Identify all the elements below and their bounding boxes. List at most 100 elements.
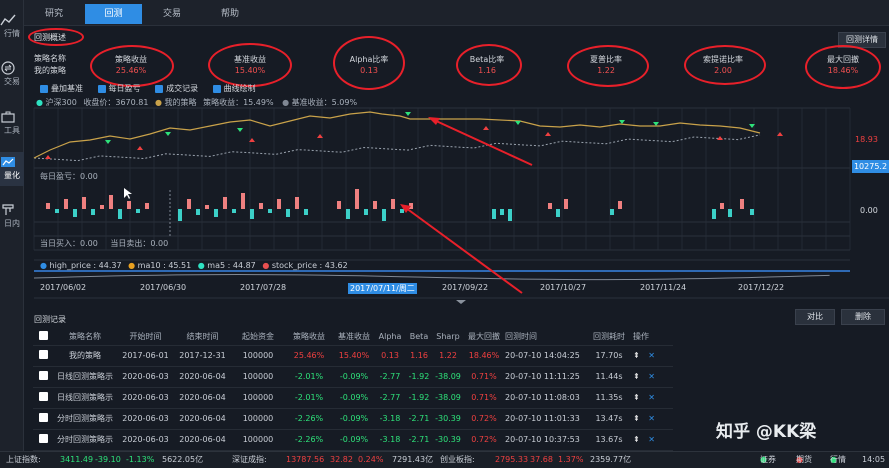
watermark: 知乎 @KK梁 bbox=[716, 422, 817, 442]
pnl-bar bbox=[548, 203, 552, 209]
row-select-cell bbox=[33, 387, 53, 409]
date-tick: 2017/07/28 bbox=[240, 283, 287, 292]
pnl-bar bbox=[337, 201, 341, 209]
cell-time: 20-07-10 14:04:25 bbox=[505, 345, 585, 367]
cell-alpha: -2.77 bbox=[375, 387, 405, 409]
pnl-bar bbox=[64, 199, 68, 209]
col-header: 结束时间 bbox=[174, 328, 231, 346]
row-checkbox[interactable] bbox=[38, 434, 48, 443]
legend-stock-price: stock_price : 43.62 bbox=[271, 261, 348, 270]
select-all-checkbox[interactable] bbox=[38, 330, 48, 340]
table-header: 策略名称 开始时间 结束时间 起始资金 策略收益 基准收益 Alpha Beta… bbox=[33, 328, 673, 346]
table-row[interactable]: 我的策略 2017-06-01 2017-12-31 100000 25.46% 15.4… bbox=[33, 345, 673, 367]
row-checkbox[interactable] bbox=[38, 413, 48, 422]
cell-capital: 100000 bbox=[231, 387, 285, 409]
sell-marker bbox=[237, 128, 243, 132]
cell-sharp: -30.39 bbox=[433, 429, 463, 451]
date-tick: 2017/10/27 bbox=[540, 283, 587, 292]
cell-dd: 0.71% bbox=[463, 366, 505, 388]
pnl-bar bbox=[109, 195, 113, 209]
sh-index-value: 3411.49 bbox=[60, 455, 94, 464]
pnl-bar bbox=[492, 209, 496, 219]
cell-end: 2020-06-04 bbox=[174, 366, 231, 388]
cell-end: 2020-06-04 bbox=[174, 429, 231, 451]
pnl-bar bbox=[728, 209, 732, 217]
trade-legend: 当日买入：0.00 当日卖出：0.00 bbox=[40, 238, 168, 249]
col-header: Sharp bbox=[433, 328, 463, 346]
cell-beta: -1.92 bbox=[405, 387, 433, 409]
row-select-cell bbox=[33, 429, 53, 451]
navigator-line bbox=[33, 273, 830, 281]
pin-icon[interactable]: ⇞ bbox=[633, 351, 640, 360]
cell-bench: -0.09% bbox=[333, 366, 375, 388]
row-actions: ⇞ ✕ bbox=[633, 429, 673, 451]
pnl-bar bbox=[500, 209, 504, 215]
pin-icon[interactable]: ⇞ bbox=[633, 393, 640, 402]
delete-icon[interactable]: ✕ bbox=[648, 414, 655, 423]
sh-index-pct: -1.13% bbox=[126, 455, 155, 464]
col-header: Alpha bbox=[375, 328, 405, 346]
cell-dd: 0.72% bbox=[463, 429, 505, 451]
cell-alpha: -3.18 bbox=[375, 429, 405, 451]
col-header: 操作 bbox=[633, 328, 673, 346]
cell-cost: 11.44s bbox=[585, 366, 633, 388]
pnl-bar bbox=[205, 205, 209, 209]
pnl-bar bbox=[750, 209, 754, 215]
cell-time: 20-07-10 11:01:33 bbox=[505, 408, 585, 430]
pnl-bar bbox=[373, 201, 377, 209]
status-bar: 上证指数: 3411.49 -39.10 -1.13% 5622.05亿 深证成… bbox=[0, 451, 889, 468]
collapse-handle-icon[interactable] bbox=[456, 300, 466, 304]
pnl-bar bbox=[55, 209, 59, 213]
sh-index-volume: 5622.05亿 bbox=[162, 455, 204, 464]
delete-icon[interactable]: ✕ bbox=[648, 372, 655, 381]
table-row[interactable]: 日线回测策略示 2020-06-03 2020-06-04 100000 -2.01% -… bbox=[33, 366, 673, 388]
date-tick: 2017/09/22 bbox=[442, 283, 489, 292]
compare-button[interactable]: 对比 bbox=[795, 309, 835, 325]
pnl-bar bbox=[145, 203, 149, 209]
cell-capital: 100000 bbox=[231, 429, 285, 451]
pin-icon[interactable]: ⇞ bbox=[633, 414, 640, 423]
pnl-bar bbox=[400, 209, 404, 213]
row-actions: ⇞ ✕ bbox=[633, 366, 673, 388]
daily-pnl-label: 每日盈亏：0.00 bbox=[40, 172, 98, 181]
row-checkbox[interactable] bbox=[38, 371, 48, 380]
pnl-bar bbox=[286, 209, 290, 217]
cell-dd: 0.71% bbox=[463, 387, 505, 409]
cell-cost: 13.67s bbox=[585, 429, 633, 451]
pnl-bar bbox=[100, 205, 104, 209]
pin-icon[interactable]: ⇞ bbox=[633, 435, 640, 444]
table-row[interactable]: 分时回测策略示 2020-06-03 2020-06-04 100000 -2.26% -… bbox=[33, 429, 673, 451]
cell-ret: -2.01% bbox=[285, 387, 333, 409]
row-checkbox[interactable] bbox=[38, 392, 48, 401]
cy-index-volume: 2359.77亿 bbox=[590, 455, 632, 464]
pnl-bar bbox=[618, 201, 622, 209]
pnl-bar bbox=[241, 193, 245, 209]
pnl-bar bbox=[223, 197, 227, 209]
pin-icon[interactable]: ⇞ bbox=[633, 372, 640, 381]
delete-icon[interactable]: ✕ bbox=[648, 393, 655, 402]
date-tick: 2017/11/24 bbox=[640, 283, 687, 292]
table-row[interactable]: 日线回测策略示 2020-06-03 2020-06-04 100000 -2.01% -… bbox=[33, 387, 673, 409]
daily-pnl-value: 0.00 bbox=[860, 206, 878, 215]
cell-sharp: -38.09 bbox=[433, 366, 463, 388]
pnl-bar bbox=[346, 209, 350, 219]
sz-index-volume: 7291.43亿 bbox=[392, 455, 434, 464]
navigator-legend: ● high_price : 44.37 ● ma10 : 45.51 ● ma… bbox=[40, 261, 348, 270]
cell-bench: -0.09% bbox=[333, 429, 375, 451]
delete-icon[interactable]: ✕ bbox=[648, 435, 655, 444]
delete-icon[interactable]: ✕ bbox=[648, 351, 655, 360]
row-checkbox[interactable] bbox=[38, 350, 48, 359]
table-row[interactable]: 分时回测策略示 2020-06-03 2020-06-04 100000 -2.26% -… bbox=[33, 408, 673, 430]
delete-button[interactable]: 删除 bbox=[841, 309, 885, 325]
col-header: 策略名称 bbox=[53, 328, 117, 346]
pnl-bar bbox=[364, 209, 368, 215]
cell-sharp: -38.09 bbox=[433, 387, 463, 409]
cell-beta: -2.71 bbox=[405, 429, 433, 451]
cell-start: 2020-06-03 bbox=[117, 408, 174, 430]
col-header: 回测时间 bbox=[505, 328, 585, 346]
cell-cost: 13.47s bbox=[585, 408, 633, 430]
cell-ret: -2.01% bbox=[285, 366, 333, 388]
sell-marker bbox=[619, 120, 625, 124]
sell-marker bbox=[405, 112, 411, 116]
buy-marker bbox=[545, 132, 551, 136]
